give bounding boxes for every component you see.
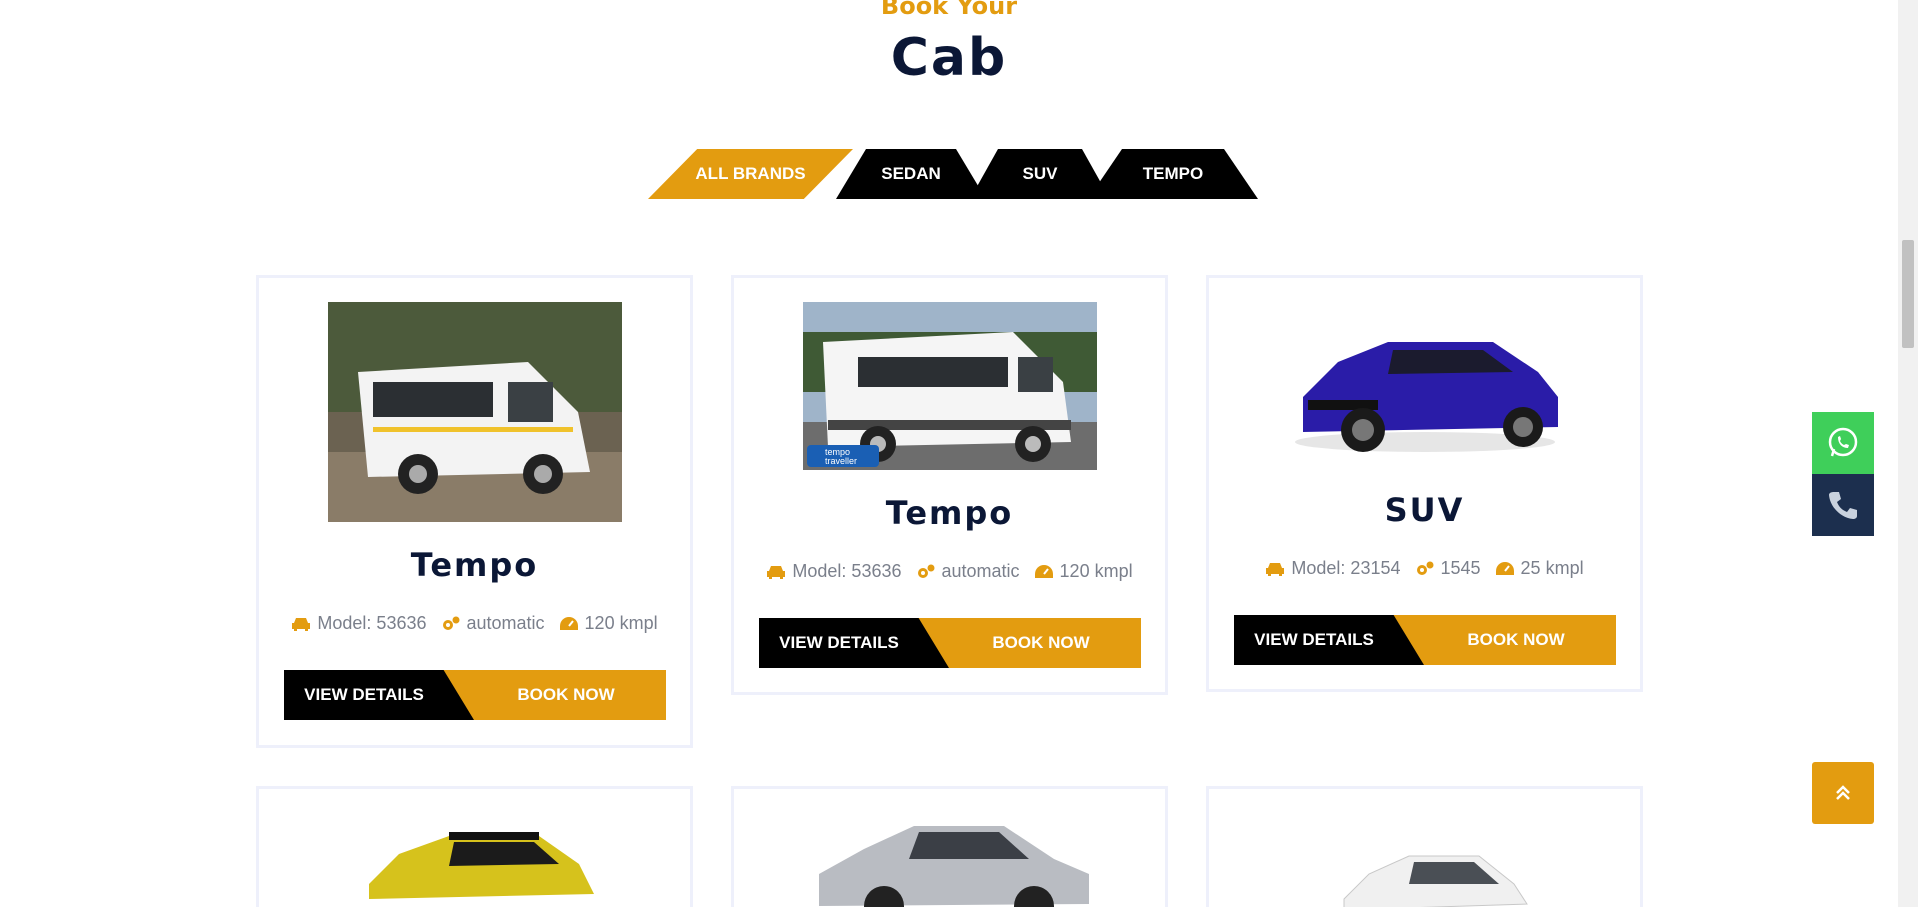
spec-text: Model: 53636 (792, 561, 902, 581)
spec-text: Model: 53636 (317, 613, 427, 633)
car-icon (1266, 562, 1285, 576)
speedometer-icon (1034, 564, 1053, 578)
white-mpv-photo (1339, 844, 1529, 907)
car-specs: Model: 53636 automatic 120 kmpl (259, 613, 690, 634)
call-button[interactable] (1812, 474, 1874, 536)
car-card: tempo traveller Tempo Model: 53636 autom… (731, 275, 1168, 695)
spec-model: Model: 53636 (291, 613, 427, 634)
speedometer-icon (1495, 561, 1514, 575)
view-details-button[interactable]: VIEW DETAILS (759, 618, 949, 668)
silver-sedan-photo (814, 814, 1094, 907)
scroll-to-top-button[interactable] (1812, 762, 1874, 824)
scrollbar-thumb[interactable] (1902, 240, 1914, 348)
tab-label: SUV (1022, 164, 1058, 183)
car-specs: Model: 53636 automatic 120 kmpl (734, 561, 1165, 582)
spec-text: 25 kmpl (1520, 558, 1584, 578)
card-actions: BOOK NOW VIEW DETAILS (284, 670, 666, 720)
phone-icon (1829, 492, 1857, 519)
spec-mileage: 120 kmpl (1034, 561, 1133, 582)
section-subtitle: Book Your (880, 0, 1018, 20)
car-title: Tempo (885, 494, 1014, 532)
car-card: Tempo Model: 53636 automatic 120 kmpl BO… (256, 275, 693, 748)
book-now-button[interactable]: BOOK NOW (1386, 615, 1616, 665)
tab-label: TEMPO (1142, 164, 1204, 183)
card-actions: BOOK NOW VIEW DETAILS (1234, 615, 1616, 665)
car-title: Tempo (410, 546, 539, 584)
spec-text: 120 kmpl (1059, 561, 1133, 581)
white-tempo-traveller-photo (328, 302, 622, 522)
spec-model: Model: 23154 (1265, 558, 1401, 579)
spec-text: 1545 (1440, 558, 1481, 578)
car-card: SUV Model: 23154 1545 25 kmpl BOOK NOW V… (1206, 275, 1643, 692)
spec-text: automatic (466, 613, 545, 633)
spec-mileage: 25 kmpl (1495, 558, 1584, 579)
spec-text: 120 kmpl (584, 613, 658, 633)
book-now-button[interactable]: BOOK NOW (911, 618, 1141, 668)
gears-icon (917, 564, 934, 578)
whatsapp-icon (1828, 427, 1858, 457)
tab-sedan[interactable]: SEDAN (836, 149, 986, 199)
double-chevron-up-icon (1836, 785, 1850, 800)
card-actions: BOOK NOW VIEW DETAILS (759, 618, 1141, 668)
view-details-button[interactable]: VIEW DETAILS (1234, 615, 1424, 665)
car-icon (767, 565, 786, 579)
spec-mileage: 120 kmpl (559, 613, 658, 634)
blue-suv-photo (1278, 302, 1572, 467)
section-title: Cab (890, 28, 1008, 88)
car-title: SUV (1384, 491, 1465, 529)
car-card (731, 786, 1168, 907)
page-scrollbar[interactable] (1898, 0, 1918, 907)
car-icon (292, 617, 311, 631)
tab-tempo[interactable]: TEMPO (1088, 149, 1258, 199)
car-card (256, 786, 693, 907)
spec-transmission: 1545 (1415, 558, 1481, 579)
gears-icon (442, 616, 459, 630)
white-minibus-photo: tempo traveller (803, 302, 1097, 470)
spec-model: Model: 53636 (766, 561, 902, 582)
tab-all-brands[interactable]: ALL BRANDS (648, 149, 853, 199)
spec-text: automatic (941, 561, 1020, 581)
car-specs: Model: 23154 1545 25 kmpl (1209, 558, 1640, 579)
view-details-button[interactable]: VIEW DETAILS (284, 670, 474, 720)
image-caption: tempo traveller (825, 447, 858, 466)
tab-label: SEDAN (881, 164, 941, 183)
car-card (1206, 786, 1643, 907)
speedometer-icon (559, 616, 578, 630)
gears-icon (1416, 561, 1433, 575)
tab-label: ALL BRANDS (695, 164, 806, 183)
whatsapp-button[interactable] (1812, 412, 1874, 474)
page: Book Your Cab ALL BRANDS SEDAN SUV TEMPO… (0, 0, 1918, 907)
tab-suv[interactable]: SUV (970, 149, 1110, 199)
spec-transmission: automatic (441, 613, 545, 634)
book-now-button[interactable]: BOOK NOW (436, 670, 666, 720)
spec-transmission: automatic (916, 561, 1020, 582)
yellow-compact-suv-photo (359, 824, 599, 907)
spec-text: Model: 23154 (1291, 558, 1401, 578)
